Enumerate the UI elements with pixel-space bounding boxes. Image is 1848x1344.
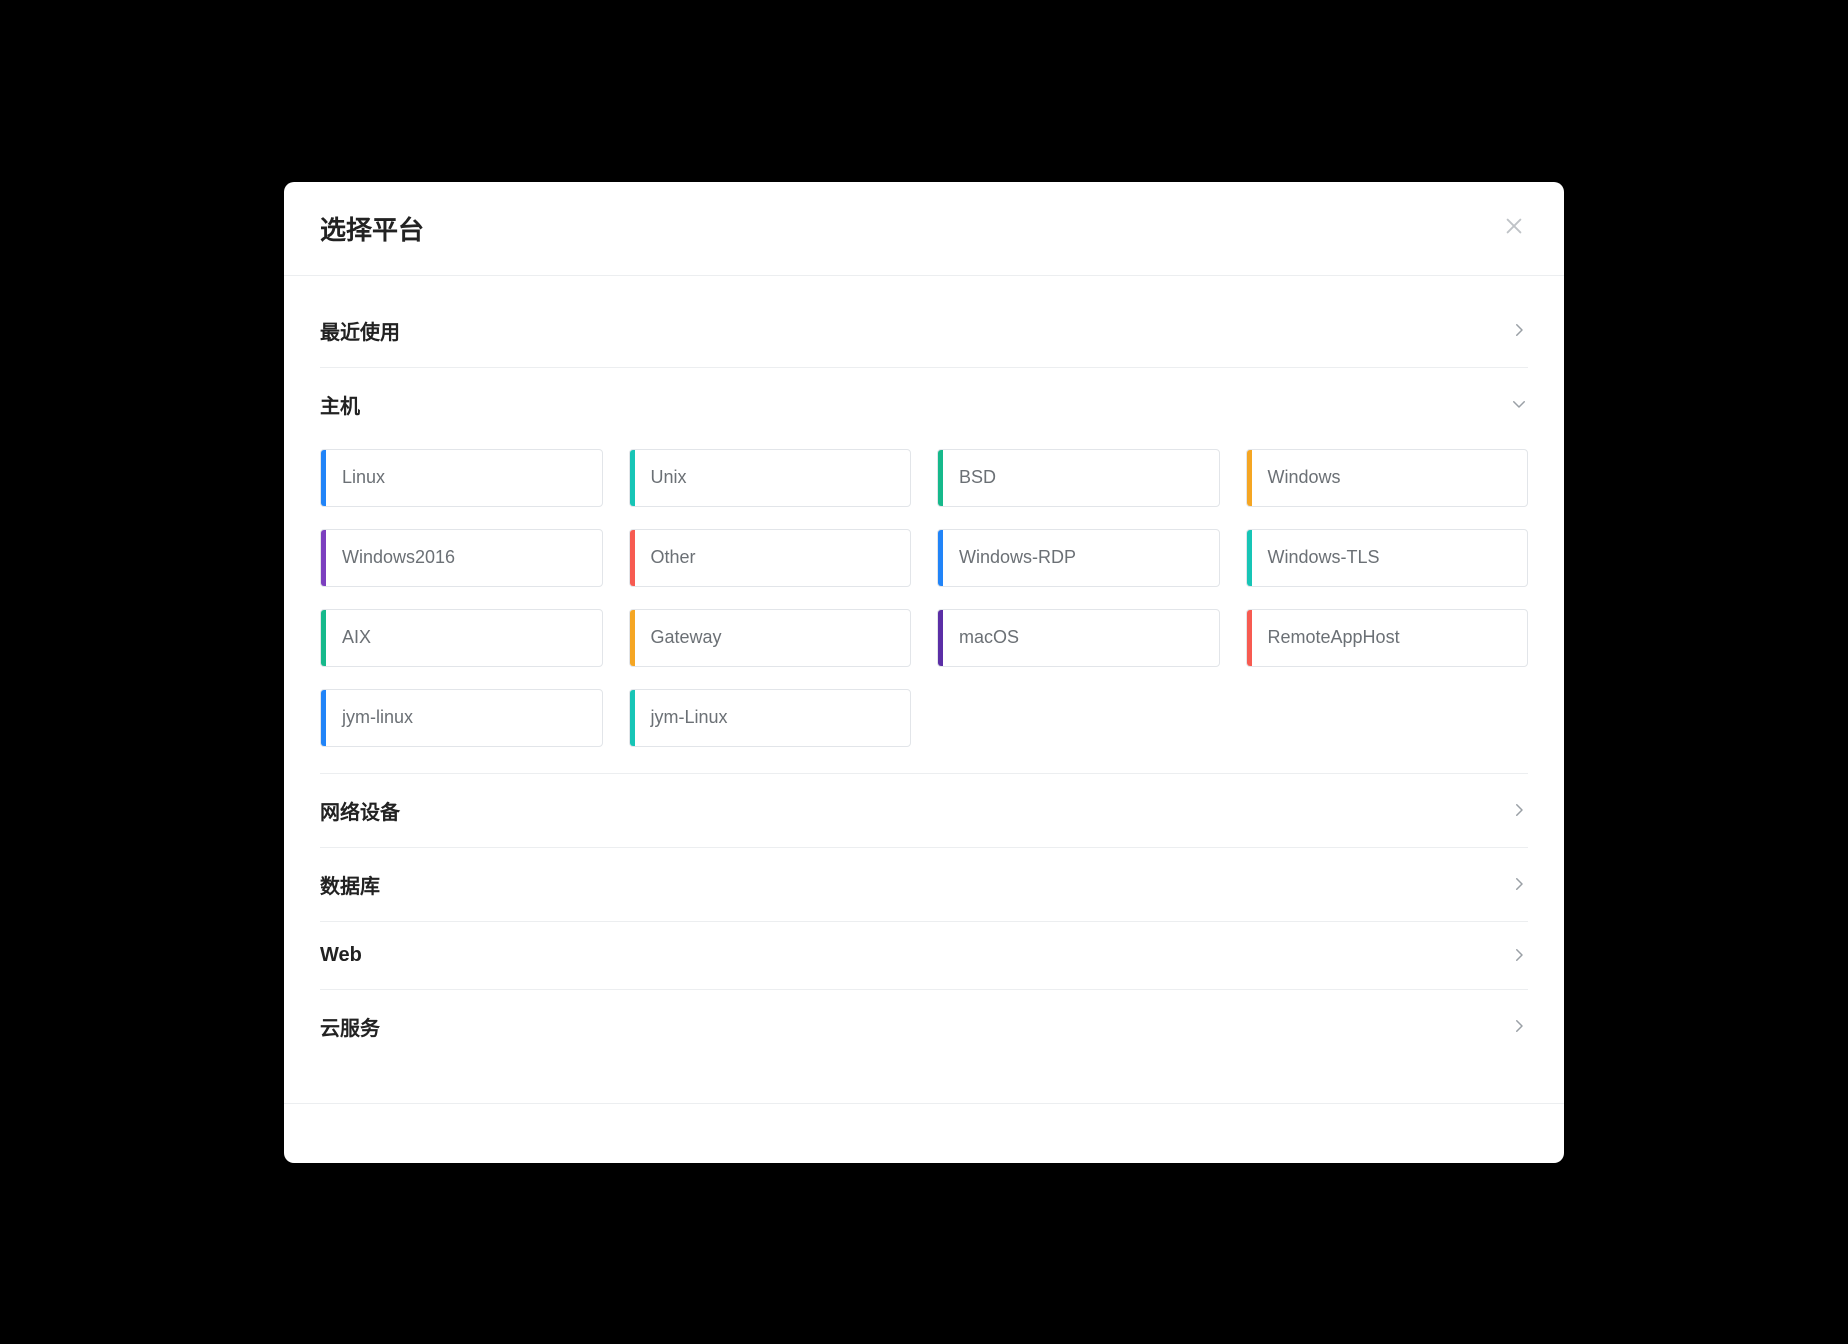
platform-tile-linux[interactable]: Linux <box>320 449 603 507</box>
section-web-title: Web <box>320 944 362 967</box>
platform-tile-remoteapphost[interactable]: RemoteAppHost <box>1246 609 1529 667</box>
platform-tile-gateway[interactable]: Gateway <box>629 609 912 667</box>
platform-tile-jym-linux-2[interactable]: jym-Linux <box>629 689 912 747</box>
tile-label: macOS <box>943 610 1219 666</box>
section-network-title: 网络设备 <box>320 796 400 825</box>
close-button[interactable] <box>1500 214 1528 242</box>
tile-label: Unix <box>635 450 911 506</box>
host-tiles: Linux Unix BSD Windows Windows2016 Other… <box>320 441 1528 773</box>
chevron-right-icon <box>1510 321 1528 339</box>
platform-tile-aix[interactable]: AIX <box>320 609 603 667</box>
section-host-title: 主机 <box>320 390 360 419</box>
tile-label: Windows2016 <box>326 530 602 586</box>
dialog-body: 最近使用 主机 Linux Unix BSD <box>284 276 1564 1103</box>
tile-label: Other <box>635 530 911 586</box>
tile-label: BSD <box>943 450 1219 506</box>
section-cloud-title: 云服务 <box>320 1012 380 1041</box>
section-host-header[interactable]: 主机 <box>320 368 1528 441</box>
section-recent: 最近使用 <box>320 294 1528 368</box>
tile-label: Windows-RDP <box>943 530 1219 586</box>
tile-label: Windows <box>1252 450 1528 506</box>
dialog-title: 选择平台 <box>320 210 424 247</box>
section-network: 网络设备 <box>320 774 1528 848</box>
tile-label: Windows-TLS <box>1252 530 1528 586</box>
section-database: 数据库 <box>320 848 1528 922</box>
section-network-header[interactable]: 网络设备 <box>320 774 1528 847</box>
tile-label: jym-linux <box>326 690 602 746</box>
section-web-header[interactable]: Web <box>320 922 1528 989</box>
platform-tile-windows-tls[interactable]: Windows-TLS <box>1246 529 1529 587</box>
chevron-down-icon <box>1510 395 1528 413</box>
chevron-right-icon <box>1510 801 1528 819</box>
tile-label: Gateway <box>635 610 911 666</box>
tile-label: jym-Linux <box>635 690 911 746</box>
chevron-right-icon <box>1510 1017 1528 1035</box>
dialog-header: 选择平台 <box>284 182 1564 276</box>
tile-label: Linux <box>326 450 602 506</box>
section-recent-title: 最近使用 <box>320 316 400 345</box>
platform-tile-bsd[interactable]: BSD <box>937 449 1220 507</box>
platform-tile-windows2016[interactable]: Windows2016 <box>320 529 603 587</box>
platform-tile-other[interactable]: Other <box>629 529 912 587</box>
platform-tile-unix[interactable]: Unix <box>629 449 912 507</box>
dialog-footer <box>284 1103 1564 1163</box>
tile-label: AIX <box>326 610 602 666</box>
section-cloud-header[interactable]: 云服务 <box>320 990 1528 1063</box>
section-cloud: 云服务 <box>320 990 1528 1063</box>
section-recent-header[interactable]: 最近使用 <box>320 294 1528 367</box>
close-icon <box>1503 215 1525 242</box>
chevron-right-icon <box>1510 875 1528 893</box>
section-database-header[interactable]: 数据库 <box>320 848 1528 921</box>
tile-label: RemoteAppHost <box>1252 610 1528 666</box>
section-web: Web <box>320 922 1528 990</box>
section-host: 主机 Linux Unix BSD Windows Windows2016 Ot… <box>320 368 1528 774</box>
platform-tile-macos[interactable]: macOS <box>937 609 1220 667</box>
platform-tile-windows-rdp[interactable]: Windows-RDP <box>937 529 1220 587</box>
chevron-right-icon <box>1510 946 1528 964</box>
platform-select-dialog: 选择平台 最近使用 主机 <box>284 182 1564 1163</box>
section-database-title: 数据库 <box>320 870 380 899</box>
platform-tile-jym-linux-1[interactable]: jym-linux <box>320 689 603 747</box>
platform-tile-windows[interactable]: Windows <box>1246 449 1529 507</box>
